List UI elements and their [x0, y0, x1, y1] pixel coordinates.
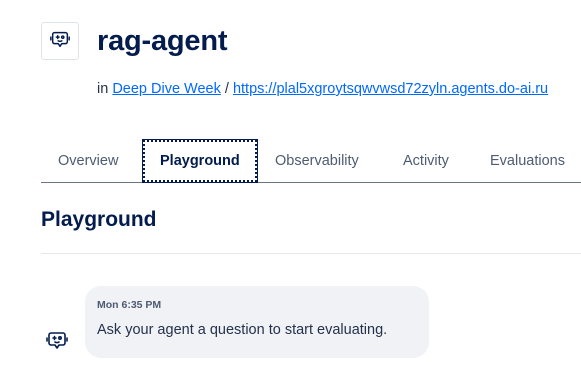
breadcrumb-separator: /	[224, 81, 229, 97]
agent-title: rag-agent	[97, 25, 228, 57]
agent-message-bubble: Mon 6:35 PM Ask your agent a question to…	[85, 286, 429, 358]
agent-robot-icon	[49, 28, 71, 55]
tab-playground[interactable]: Playground	[142, 139, 258, 183]
section-divider	[41, 253, 581, 254]
agent-avatar	[41, 22, 79, 60]
message-timestamp: Mon 6:35 PM	[97, 299, 162, 311]
tab-bar: Overview Playground Observability Activi…	[41, 139, 581, 183]
playground-title: Playground	[41, 208, 157, 231]
agent-robot-icon	[45, 328, 69, 357]
breadcrumb-prefix: in	[97, 81, 109, 97]
tab-evaluations[interactable]: Evaluations	[490, 140, 565, 182]
tab-overview[interactable]: Overview	[58, 140, 118, 182]
tab-activity[interactable]: Activity	[403, 140, 449, 182]
message-text: Ask your agent a question to start evalu…	[97, 322, 388, 338]
project-link[interactable]: Deep Dive Week	[112, 81, 221, 97]
message-avatar	[44, 329, 70, 355]
breadcrumb: in Deep Dive Week / https://plal5xgroyts…	[97, 80, 548, 98]
endpoint-link[interactable]: https://plal5xgroytsqwvwsd72zyln.agents.…	[233, 81, 548, 97]
tab-observability[interactable]: Observability	[275, 140, 359, 182]
